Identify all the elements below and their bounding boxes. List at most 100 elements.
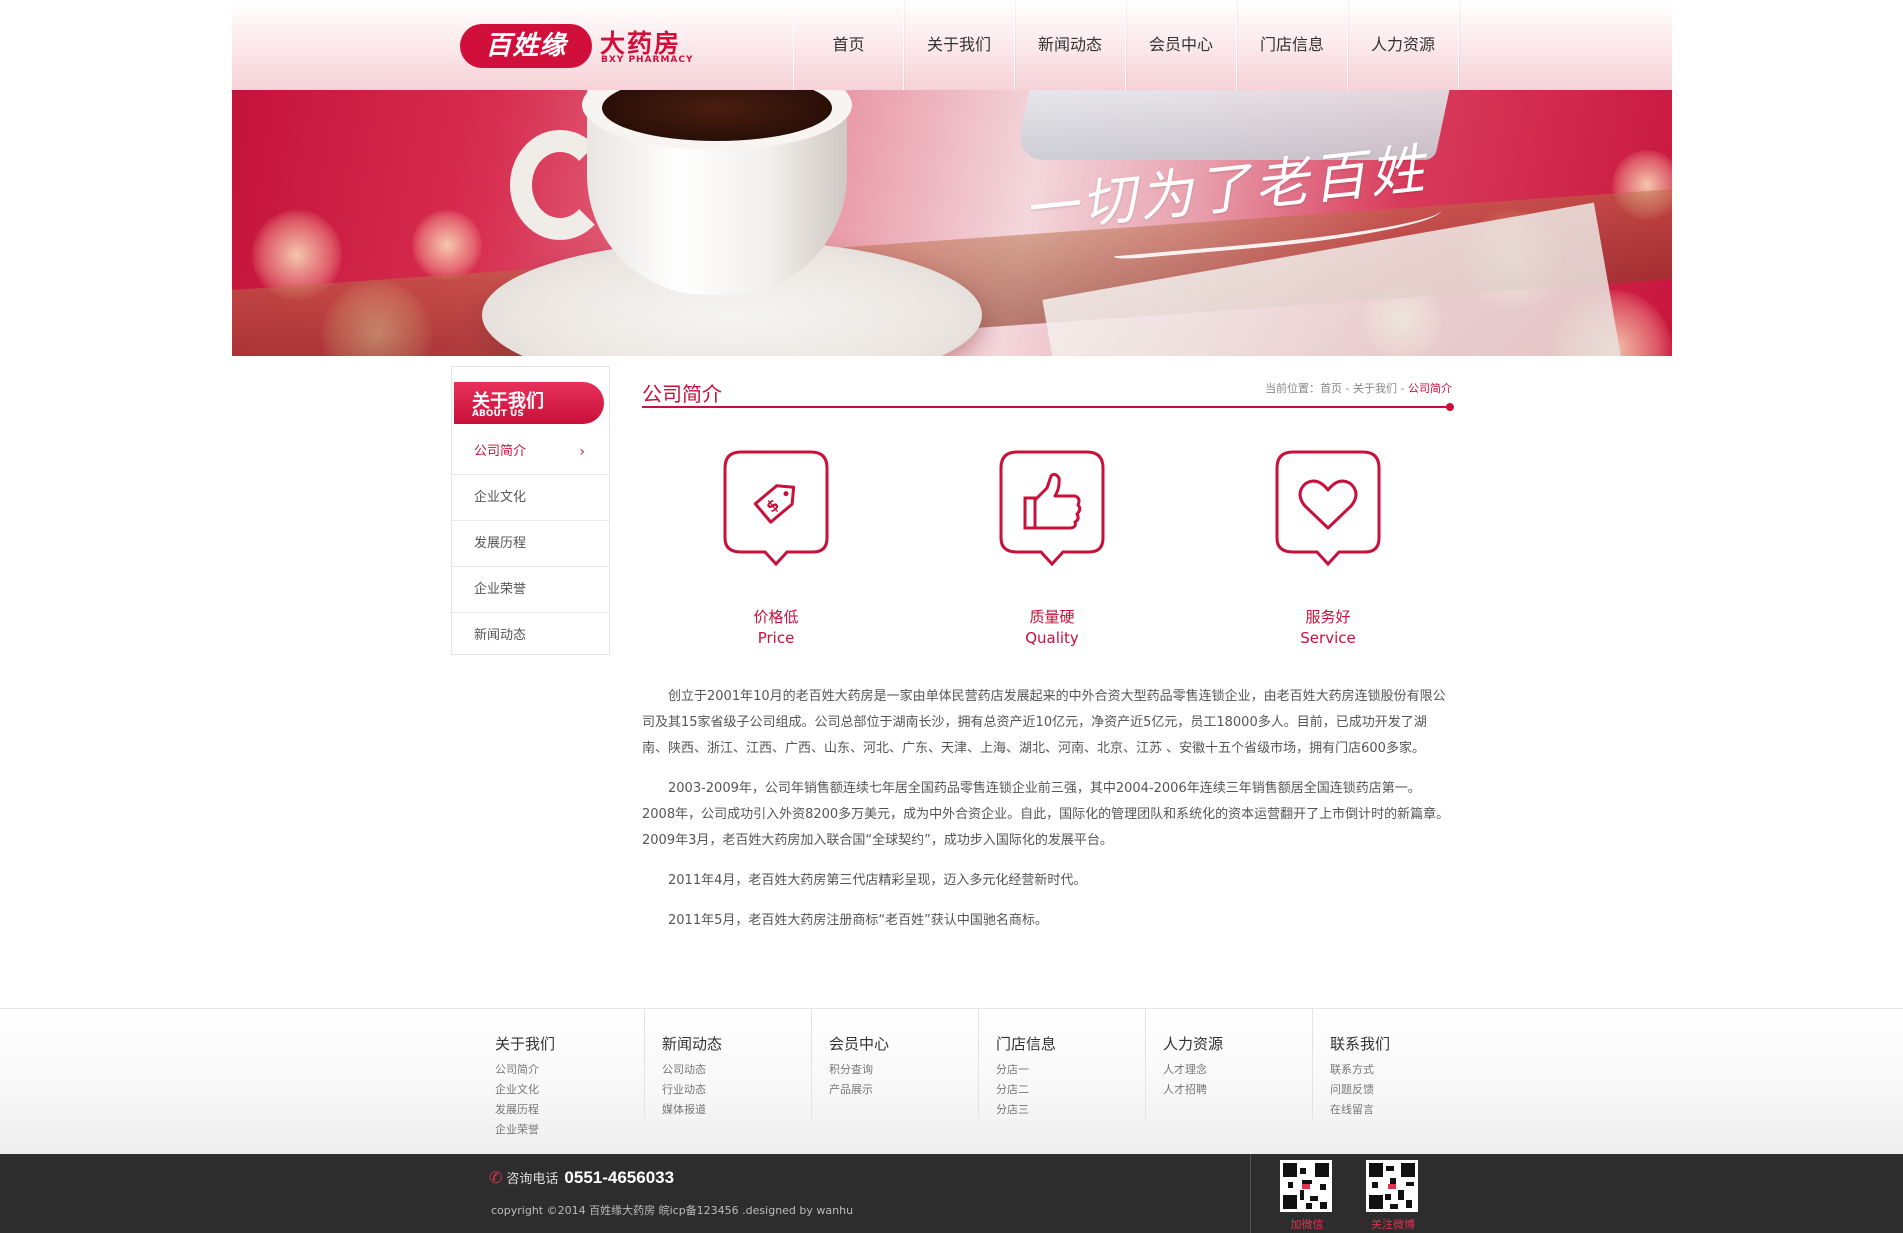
sidebar-item-label: 公司简介 <box>474 444 527 459</box>
footer-link[interactable]: 行业动态 <box>662 1080 811 1100</box>
qr-code-icon <box>1366 1160 1418 1212</box>
feature-subtitle: Quality <box>1025 629 1079 647</box>
footer-column-title[interactable]: 联系我们 <box>1330 1033 1480 1054</box>
article-paragraph: 2011年5月，老百姓大药房注册商标“老百姓”获认中国驰名商标。 <box>668 913 1048 928</box>
wechat-qr[interactable]: 加微信 <box>1280 1160 1334 1232</box>
article-paragraph: 创立于2001年10月的老百姓大药房是一家由单体民营药店发展起来的中外合资大型药… <box>642 689 1446 756</box>
footer-column-title[interactable]: 门店信息 <box>996 1033 1145 1054</box>
hotline-label: 咨询电话 <box>506 1172 559 1187</box>
company-intro-article: 创立于2001年10月的老百姓大药房是一家由单体民营药店发展起来的中外合资大型药… <box>642 684 1452 948</box>
weibo-qr[interactable]: 关注微博 <box>1366 1160 1420 1232</box>
footer-link[interactable]: 发展历程 <box>495 1100 644 1120</box>
feature-subtitle: Price <box>757 629 795 647</box>
footer-column-contact: 联系我们 联系方式 问题反馈 在线留言 <box>1313 1009 1480 1119</box>
footer-column-stores: 门店信息 分店一 分店二 分店三 <box>979 1009 1146 1119</box>
thumbs-up-icon <box>999 450 1105 567</box>
nav-item-members[interactable]: 会员中心 <box>1126 0 1237 90</box>
feature-price: $ 价格低 Price <box>676 448 876 647</box>
footer-link[interactable]: 人才理念 <box>1163 1060 1312 1080</box>
footer-links: 关于我们 公司简介 企业文化 发展历程 企业荣誉 新闻动态 公司动态 行业动态 … <box>0 1008 1903 1154</box>
qr-label: 关注微博 <box>1371 1218 1415 1231</box>
title-underline-dot <box>1446 403 1454 411</box>
sidebar-item-label: 新闻动态 <box>474 628 527 643</box>
nav-item-stores[interactable]: 门店信息 <box>1237 0 1348 90</box>
footer-link[interactable]: 媒体报道 <box>662 1100 811 1120</box>
article-paragraph: 2011年4月，老百姓大药房第三代店精彩呈现，迈入多元化经营新时代。 <box>668 873 1087 888</box>
footer-link[interactable]: 公司动态 <box>662 1060 811 1080</box>
page-title: 公司简介 <box>642 382 722 406</box>
heart-icon <box>1275 450 1381 567</box>
footer-link[interactable]: 企业文化 <box>495 1080 644 1100</box>
footer-link[interactable]: 问题反馈 <box>1330 1080 1480 1100</box>
footer-column-members: 会员中心 积分查询 产品展示 <box>812 1009 979 1119</box>
footer-link[interactable]: 积分查询 <box>829 1060 978 1080</box>
footer-link[interactable]: 分店三 <box>996 1100 1145 1120</box>
sidebar: 关于我们 ABOUT US 公司简介 › 企业文化 发展历程 企业荣誉 新闻动态 <box>451 366 610 655</box>
breadcrumb-current: 公司简介 <box>1408 382 1452 395</box>
footer-link[interactable]: 在线留言 <box>1330 1100 1480 1120</box>
section-header: 公司简介 当前位置：首页 - 关于我们 - 公司简介 <box>642 366 1454 411</box>
price-tag-icon: $ <box>723 450 829 567</box>
breadcrumb: 当前位置：首页 - 关于我们 - 公司简介 <box>1265 380 1452 396</box>
feature-subtitle: Service <box>1300 629 1356 647</box>
main-nav: 首页 关于我们 新闻动态 会员中心 门店信息 人力资源 <box>793 0 1459 90</box>
main-content: 公司简介 当前位置：首页 - 关于我们 - 公司简介 $ 价格低 Price 质… <box>642 366 1454 928</box>
chevron-right-icon: › <box>579 444 585 460</box>
site-logo[interactable]: 百姓缘 大药房 BXY PHARMACY <box>460 24 700 70</box>
breadcrumb-separator: - <box>1397 382 1408 395</box>
article-paragraph: 2003-2009年，公司年销售额连续七年居全国药品零售连锁企业前三强，其中20… <box>642 781 1450 848</box>
breadcrumb-prefix: 当前位置： <box>1265 382 1321 395</box>
feature-title: 质量硬 <box>1029 608 1075 626</box>
sidebar-item-news[interactable]: 新闻动态 <box>452 613 609 659</box>
logo-badge: 百姓缘 <box>460 24 592 68</box>
footer-link[interactable]: 企业荣誉 <box>495 1120 644 1140</box>
nav-item-home[interactable]: 首页 <box>793 0 904 90</box>
feature-title: 服务好 <box>1305 608 1351 626</box>
footer-link[interactable]: 公司简介 <box>495 1060 644 1080</box>
footer-link[interactable]: 联系方式 <box>1330 1060 1480 1080</box>
sidebar-item-label: 发展历程 <box>474 536 527 551</box>
sidebar-title: 关于我们 ABOUT US <box>454 382 604 424</box>
footer-link[interactable]: 分店二 <box>996 1080 1145 1100</box>
qr-code-icon <box>1280 1160 1332 1212</box>
feature-service: 服务好 Service <box>1228 448 1428 647</box>
footer-column-title[interactable]: 关于我们 <box>495 1033 644 1054</box>
sidebar-item-culture[interactable]: 企业文化 <box>452 475 609 521</box>
footer-column-title[interactable]: 会员中心 <box>829 1033 978 1054</box>
footer-column-about: 关于我们 公司简介 企业文化 发展历程 企业荣誉 <box>478 1009 645 1136</box>
sidebar-item-honors[interactable]: 企业荣誉 <box>452 567 609 613</box>
breadcrumb-home[interactable]: 首页 <box>1320 382 1342 395</box>
logo-subtitle: BXY PHARMACY <box>601 55 694 65</box>
nav-item-news[interactable]: 新闻动态 <box>1015 0 1126 90</box>
hotline: ✆ 咨询电话 0551-4656033 <box>489 1168 674 1188</box>
site-header: 百姓缘 大药房 BXY PHARMACY 首页 关于我们 新闻动态 会员中心 门… <box>232 0 1672 90</box>
breadcrumb-parent[interactable]: 关于我们 <box>1353 382 1397 395</box>
footer-columns: 关于我们 公司简介 企业文化 发展历程 企业荣誉 新闻动态 公司动态 行业动态 … <box>478 1009 1480 1155</box>
nav-item-about[interactable]: 关于我们 <box>904 0 1015 90</box>
qr-label: 加微信 <box>1290 1218 1324 1231</box>
footer-link[interactable]: 人才招聘 <box>1163 1080 1312 1100</box>
feature-quality: 质量硬 Quality <box>952 448 1152 647</box>
footer-link[interactable]: 分店一 <box>996 1060 1145 1080</box>
copyright-text: copyright ©2014 百姓缘大药房 皖icp备123456 .desi… <box>491 1204 854 1217</box>
feature-title: 价格低 <box>753 608 799 626</box>
feature-row: $ 价格低 Price 质量硬 Quality 服务好 Service <box>642 448 1452 658</box>
footer-column-news: 新闻动态 公司动态 行业动态 媒体报道 <box>645 1009 812 1119</box>
sidebar-item-label: 企业文化 <box>474 490 527 505</box>
footer-divider <box>1250 1154 1251 1233</box>
title-underline <box>642 406 1452 408</box>
nav-item-hr[interactable]: 人力资源 <box>1348 0 1459 90</box>
sidebar-item-history[interactable]: 发展历程 <box>452 521 609 567</box>
hotline-number: 0551-4656033 <box>564 1168 675 1187</box>
sidebar-title-en: ABOUT US <box>472 409 524 419</box>
footer-column-title[interactable]: 新闻动态 <box>662 1033 811 1054</box>
footer-column-title[interactable]: 人力资源 <box>1163 1033 1312 1054</box>
sidebar-menu: 公司简介 › 企业文化 发展历程 企业荣誉 新闻动态 <box>452 429 609 659</box>
breadcrumb-separator: - <box>1342 382 1354 395</box>
sidebar-item-label: 企业荣誉 <box>474 582 527 597</box>
hero-banner: 一切为了老百姓 <box>232 90 1672 356</box>
bokeh-light <box>412 210 482 280</box>
sidebar-item-company-intro[interactable]: 公司简介 › <box>452 429 609 475</box>
footer-link[interactable]: 产品展示 <box>829 1080 978 1100</box>
site-footer: ✆ 咨询电话 0551-4656033 copyright ©2014 百姓缘大药房… <box>0 1154 1903 1233</box>
